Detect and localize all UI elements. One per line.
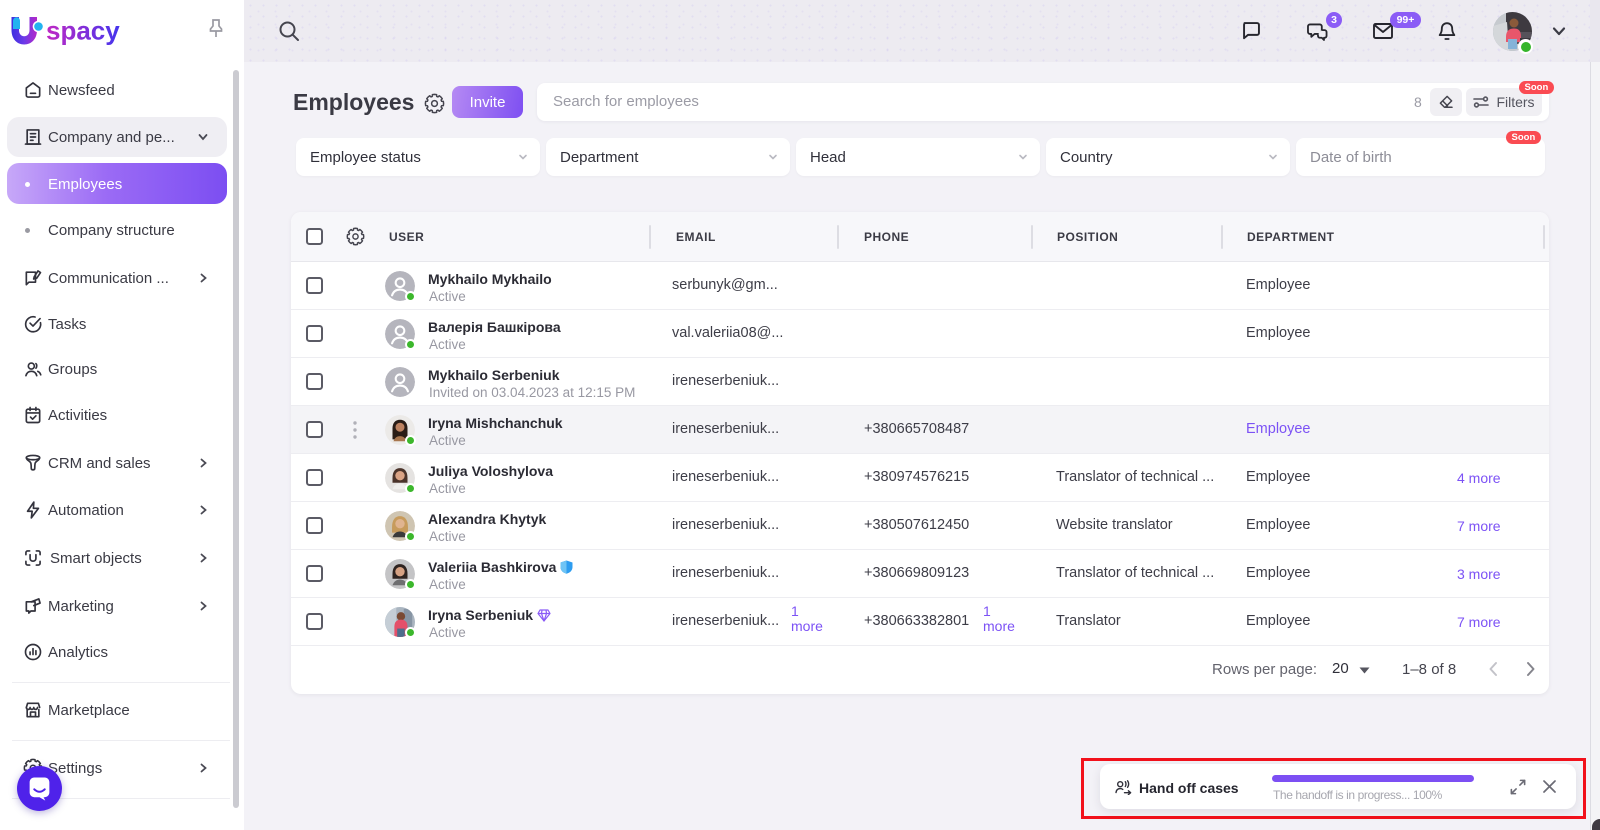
svg-text:spacy: spacy xyxy=(46,16,120,46)
